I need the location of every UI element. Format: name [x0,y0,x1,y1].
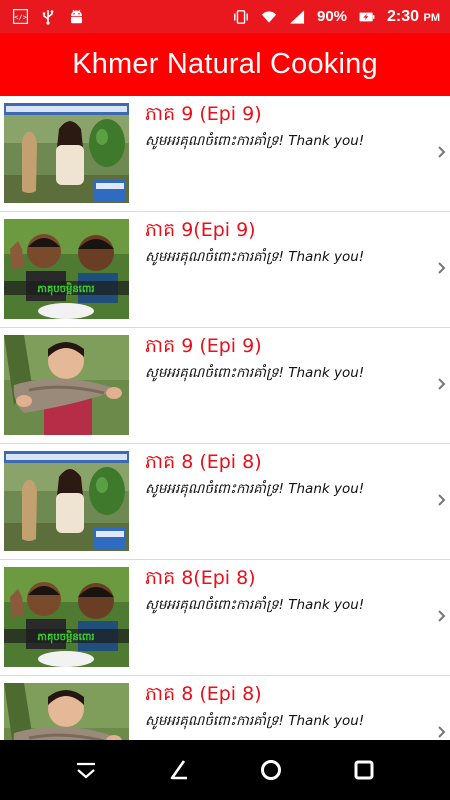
svg-text:ភាគុបចម្អិនពោរ: ភាគុបចម្អិនពោរ [37,282,94,296]
android-icon [68,9,84,25]
svg-text:</>: </> [14,14,27,22]
svg-text:ភាគុបចម្អិនពោរ: ភាគុបចម្អិនពោរ [37,630,94,644]
chevron-right-icon [436,260,448,274]
recents-icon[interactable] [344,750,384,790]
episode-title: ភាគ 9(Epi 9) [145,219,256,241]
clock-ampm: PM [423,11,441,24]
chevron-right-icon [436,144,448,158]
episode-subtitle: សូមអរគុណចំពោះការគាំទ្រ! Thank you! [145,597,365,613]
chevron-right-icon [436,376,448,390]
list-item[interactable]: ភាគ 9 (Epi 9) សូមអរគុណចំពោះការគាំទ្រ! Tha… [0,96,450,212]
signal-icon [289,9,305,25]
clock-time: 2:30 [387,7,420,25]
status-bar-left: </> [12,9,84,25]
back-icon[interactable] [159,750,199,790]
list-item[interactable]: ភាគ 8 (Epi 8) សូមអរគុណចំពោះការគាំទ្រ! Tha… [0,444,450,560]
episode-thumbnail[interactable] [4,335,129,435]
episode-thumbnail[interactable]: ភាគុបចម្អិនពោរ [4,567,129,667]
clock: 2:30 PM [387,8,440,26]
list-item[interactable]: ភាគ 9 (Epi 9) សូមអរគុណចំពោះការគាំទ្រ! Tha… [0,328,450,444]
episode-title: ភាគ 8 (Epi 8) [145,451,262,473]
chevron-right-icon [436,608,448,622]
episode-title: ភាគ 8 (Epi 8) [145,683,262,705]
episode-thumbnail[interactable] [4,683,129,742]
episode-subtitle: សូមអរគុណចំពោះការគាំទ្រ! Thank you! [145,713,365,729]
episode-thumbnail[interactable] [4,103,129,203]
wifi-icon [261,9,277,25]
episode-title: ភាគ 8(Epi 8) [145,567,256,589]
list-item[interactable]: ភាគុបចម្អិនពោរ ភាគ 8(Epi 8) សូមអរគុណចំពោះ… [0,560,450,676]
episode-title: ភាគ 9 (Epi 9) [145,335,262,357]
app-title: Khmer Natural Cooking [72,48,378,80]
vibrate-icon [233,9,249,25]
list-item[interactable]: ភាគុបចម្អិនពោរ ភាគ 9(Epi 9) សូមអរគុណចំពោះ… [0,212,450,328]
episode-list[interactable]: ភាគ 9 (Epi 9) សូមអរគុណចំពោះការគាំទ្រ! Tha… [0,96,450,742]
episode-title: ភាគ 9 (Epi 9) [145,103,262,125]
hide-keyboard-icon[interactable] [66,750,106,790]
home-icon[interactable] [251,750,291,790]
battery-charging-icon [359,9,375,25]
episode-subtitle: សូមអរគុណចំពោះការគាំទ្រ! Thank you! [145,249,365,265]
system-nav-bar [0,740,450,800]
chevron-right-icon [436,492,448,506]
episode-thumbnail[interactable]: ភាគុបចម្អិនពោរ [4,219,129,319]
list-item[interactable]: ភាគ 8 (Epi 8) សូមអរគុណចំពោះការគាំទ្រ! Tha… [0,676,450,742]
code-icon: </> [12,9,28,25]
episode-thumbnail[interactable] [4,451,129,551]
status-bar-right: 90% 2:30 PM [233,8,440,26]
episode-subtitle: សូមអរគុណចំពោះការគាំទ្រ! Thank you! [145,133,365,149]
status-bar: </> 90% 2:30 PM [0,0,450,33]
episode-subtitle: សូមអរគុណចំពោះការគាំទ្រ! Thank you! [145,481,365,497]
battery-percent: 90% [316,8,348,25]
episode-subtitle: សូមអរគុណចំពោះការគាំទ្រ! Thank you! [145,365,365,381]
chevron-right-icon [436,724,448,738]
app-bar: Khmer Natural Cooking [0,33,450,96]
usb-icon [40,9,56,25]
